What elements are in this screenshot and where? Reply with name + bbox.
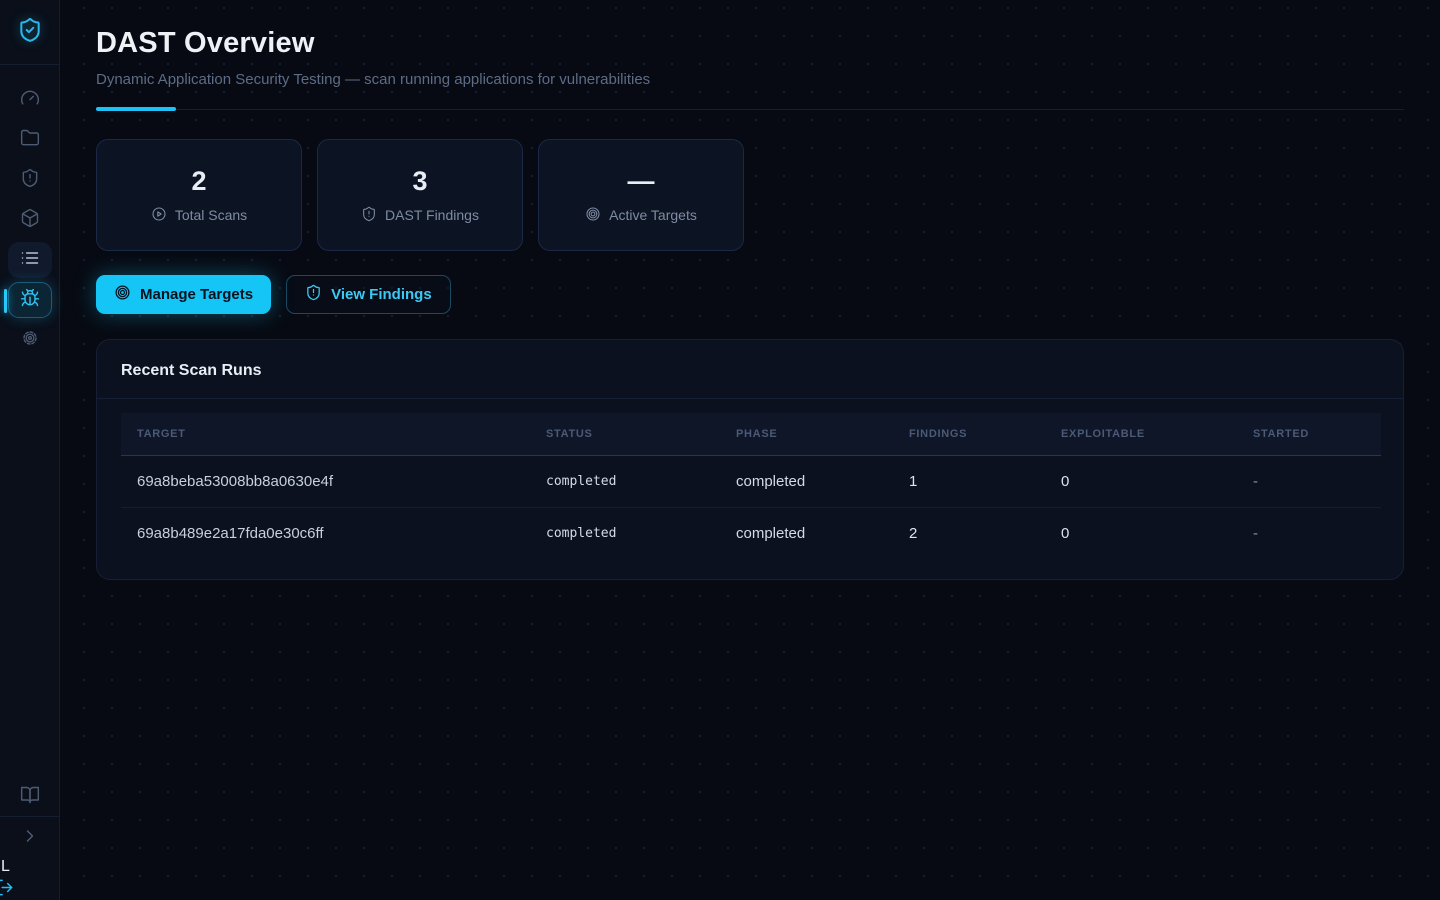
active-nav-indicator — [4, 289, 7, 313]
table-title-divider — [97, 398, 1403, 399]
page-title: DAST Overview — [96, 26, 1404, 61]
cell-findings: 2 — [893, 508, 1045, 560]
main-content: DAST Overview Dynamic Application Securi… — [60, 0, 1440, 900]
actions-row: Manage Targets View Findings — [96, 275, 1404, 314]
stats-row: 2 Total Scans 3 DAST Findings — [96, 139, 1404, 251]
total-scans-value: 2 — [191, 166, 206, 196]
view-findings-label: View Findings — [331, 286, 432, 303]
logout-partial-label: L — [1, 858, 10, 876]
column-header-findings: Findings — [893, 413, 1045, 456]
column-header-started: Started — [1237, 413, 1381, 456]
list-icon — [20, 248, 40, 273]
table-row[interactable]: 69a8b489e2a17fda0e30c6ff completed compl… — [121, 508, 1381, 560]
column-header-status: Status — [530, 413, 720, 456]
sidebar-divider — [0, 816, 59, 817]
scan-runs-table: Target Status Phase Findings Exploitable… — [121, 413, 1381, 559]
sidebar-item-projects[interactable] — [8, 122, 52, 158]
folder-icon — [20, 128, 40, 153]
view-findings-button[interactable]: View Findings — [286, 275, 451, 314]
cell-status: completed — [530, 508, 720, 560]
sidebar — [0, 0, 60, 900]
gear-icon — [20, 328, 40, 353]
table-row[interactable]: 69a8beba53008bb8a0630e4f completed compl… — [121, 456, 1381, 508]
shield-check-icon — [17, 17, 43, 48]
sidebar-item-dast[interactable] — [8, 282, 52, 318]
sidebar-item-settings[interactable] — [8, 322, 52, 358]
sidebar-item-dashboard[interactable] — [8, 82, 52, 118]
stat-label: Total Scans — [175, 207, 247, 223]
target-rings-icon — [114, 284, 131, 305]
cube-icon — [20, 208, 40, 233]
manage-targets-button[interactable]: Manage Targets — [96, 275, 271, 314]
active-targets-value: — — [628, 166, 655, 196]
play-circle-icon — [151, 206, 167, 225]
title-divider — [96, 107, 1404, 111]
cell-target: 69a8beba53008bb8a0630e4f — [121, 456, 530, 508]
column-header-exploitable: Exploitable — [1045, 413, 1237, 456]
app-logo[interactable] — [0, 0, 59, 65]
cell-started: - — [1237, 456, 1381, 508]
stat-card-active-targets: — Active Targets — [538, 139, 744, 251]
column-header-phase: Phase — [720, 413, 893, 456]
bug-icon — [20, 288, 40, 313]
cell-phase: completed — [720, 508, 893, 560]
target-rings-icon — [585, 206, 601, 225]
cell-target: 69a8b489e2a17fda0e30c6ff — [121, 508, 530, 560]
cell-started: - — [1237, 508, 1381, 560]
book-open-icon — [20, 785, 40, 810]
dast-overview-page: L DAST Overview Dynamic Application Secu… — [0, 0, 1440, 900]
sidebar-item-scan-list[interactable] — [8, 242, 52, 278]
stat-card-dast-findings: 3 DAST Findings — [317, 139, 523, 251]
table-title: Recent Scan Runs — [97, 340, 1403, 398]
sidebar-item-docs[interactable] — [8, 779, 52, 815]
cell-phase: completed — [720, 456, 893, 508]
recent-scan-runs-card: Recent Scan Runs Target Status Phase Fin… — [96, 339, 1404, 580]
dast-findings-value: 3 — [412, 166, 427, 196]
shield-alert-icon — [20, 168, 40, 193]
shield-alert-icon — [361, 206, 377, 225]
title-accent-bar — [96, 107, 176, 111]
cell-findings: 1 — [893, 456, 1045, 508]
sidebar-expand-button[interactable] — [8, 820, 52, 856]
stat-card-total-scans: 2 Total Scans — [96, 139, 302, 251]
gauge-icon — [20, 88, 40, 113]
cell-exploitable: 0 — [1045, 508, 1237, 560]
cell-status: completed — [530, 456, 720, 508]
table-header-row: Target Status Phase Findings Exploitable… — [121, 413, 1381, 456]
page-subtitle: Dynamic Application Security Testing — s… — [96, 70, 1404, 90]
logout-icon[interactable] — [0, 878, 14, 900]
column-header-target: Target — [121, 413, 530, 456]
sidebar-item-security-findings[interactable] — [8, 162, 52, 198]
cell-exploitable: 0 — [1045, 456, 1237, 508]
stat-label: DAST Findings — [385, 207, 479, 223]
manage-targets-label: Manage Targets — [140, 286, 253, 303]
chevron-right-icon — [20, 826, 40, 851]
sidebar-item-packages[interactable] — [8, 202, 52, 238]
stat-label: Active Targets — [609, 207, 697, 223]
shield-alert-icon — [305, 284, 322, 305]
